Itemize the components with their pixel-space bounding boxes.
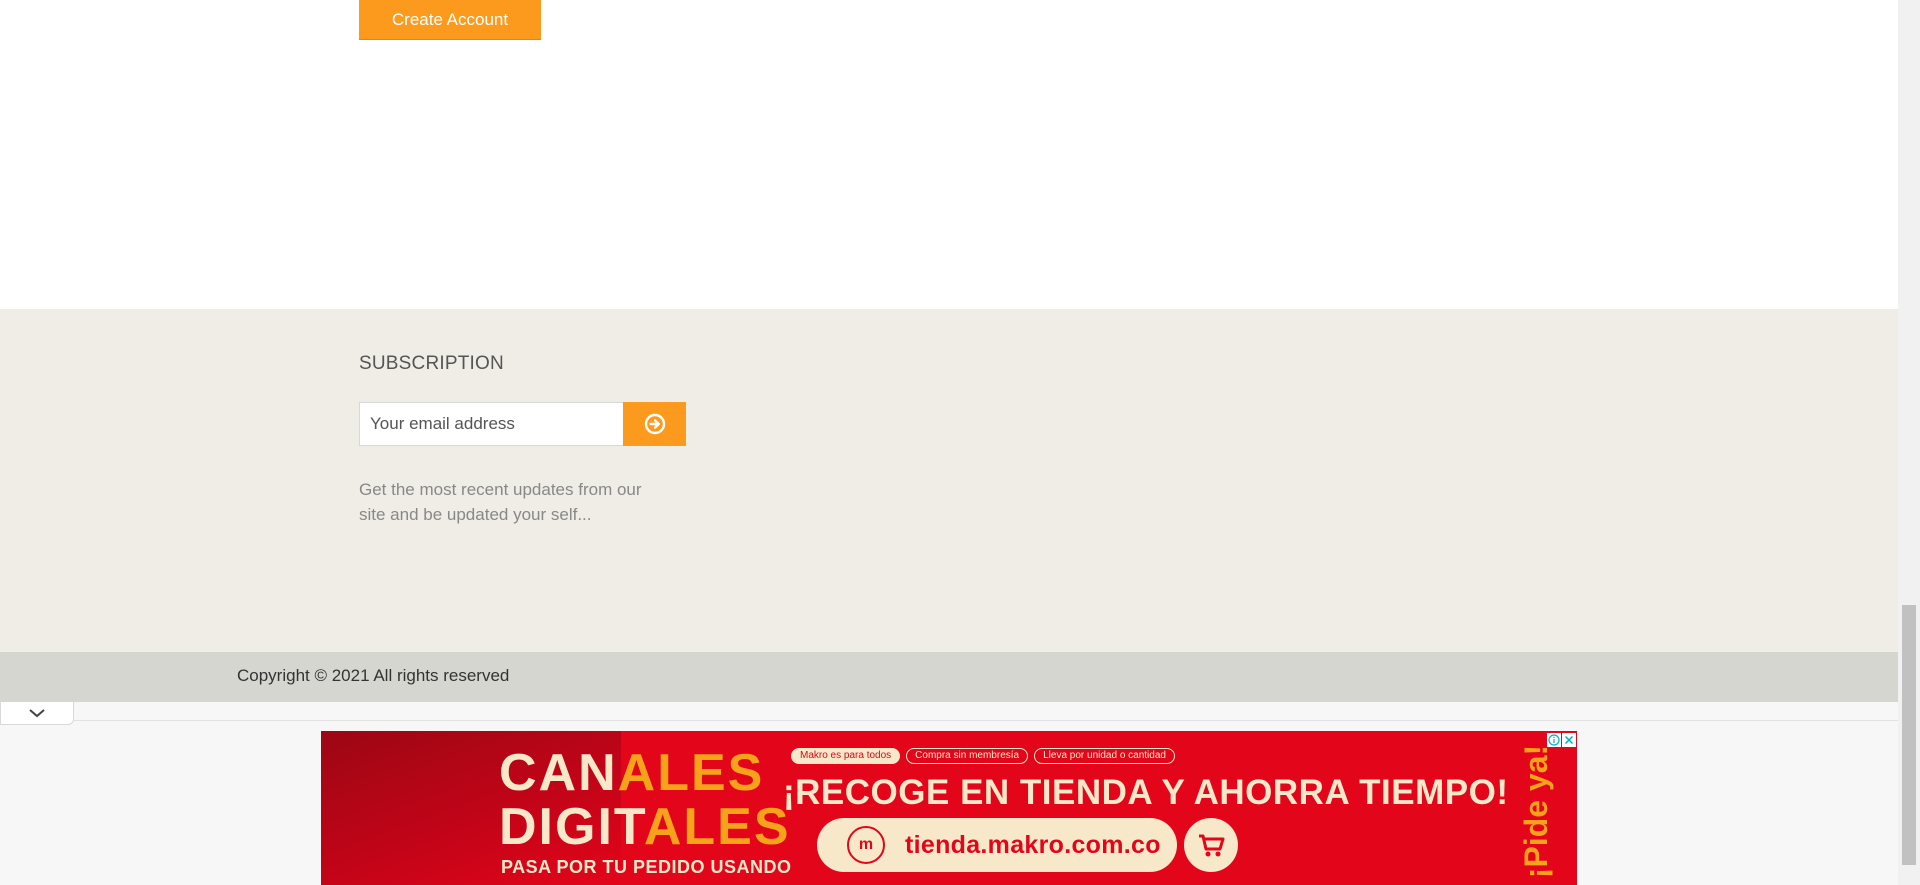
email-field[interactable] <box>359 402 624 446</box>
ad-url: tienda.makro.com.co <box>905 830 1161 859</box>
ad-pill: Lleva por unidad o cantidad <box>1034 748 1175 764</box>
subscription-title: SUBSCRIPTION <box>359 353 504 374</box>
scrollbar-thumb[interactable] <box>1902 605 1916 865</box>
chevron-down-icon <box>29 709 45 718</box>
ad-canales-text: CANALES <box>499 744 765 802</box>
ad-url-pill[interactable]: m tienda.makro.com.co <box>817 818 1177 872</box>
close-icon <box>1564 735 1574 745</box>
subscription-section: SUBSCRIPTION Get the most recent updates… <box>0 309 1898 652</box>
ad-anchor-bar: CANALES DIGITALES PASA POR TU PEDIDO USA… <box>0 702 1898 885</box>
makro-logo-icon: m <box>847 826 885 864</box>
create-account-button[interactable]: Create Account <box>359 0 541 40</box>
ad-info-button[interactable] <box>1547 733 1561 747</box>
cart-icon-graphic <box>1199 834 1225 857</box>
ad-banner[interactable]: CANALES DIGITALES PASA POR TU PEDIDO USA… <box>321 731 1577 885</box>
ad-pill: Compra sin membresía <box>906 748 1029 764</box>
subscription-description: Get the most recent updates from our sit… <box>359 480 642 524</box>
copyright-bar: Copyright © 2021 All rights reserved <box>0 652 1898 702</box>
ad-close-button[interactable] <box>1562 733 1576 747</box>
ad-bar-divider <box>72 720 1898 721</box>
vertical-scrollbar[interactable] <box>1898 0 1920 885</box>
ad-headline: ¡RECOGE EN TIENDA Y AHORRA TIEMPO! <box>783 773 1509 812</box>
info-icon <box>1548 734 1560 746</box>
ad-collapse-toggle[interactable] <box>0 702 74 725</box>
cart-icon <box>1184 818 1238 872</box>
arrow-circle-right-icon <box>644 413 665 435</box>
ad-pill-row: Makro es para todos Compra sin membresía… <box>791 748 1175 764</box>
ad-pill: Makro es para todos <box>791 748 901 764</box>
copyright-text: Copyright © 2021 All rights reserved <box>237 666 510 685</box>
ad-tagline: PASA POR TU PEDIDO USANDO <box>501 857 792 877</box>
ad-digitales-text: DIGITALES <box>499 798 791 856</box>
subscribe-button[interactable] <box>623 402 686 446</box>
ad-side-text: ¡Pide ya! <box>1518 744 1555 878</box>
